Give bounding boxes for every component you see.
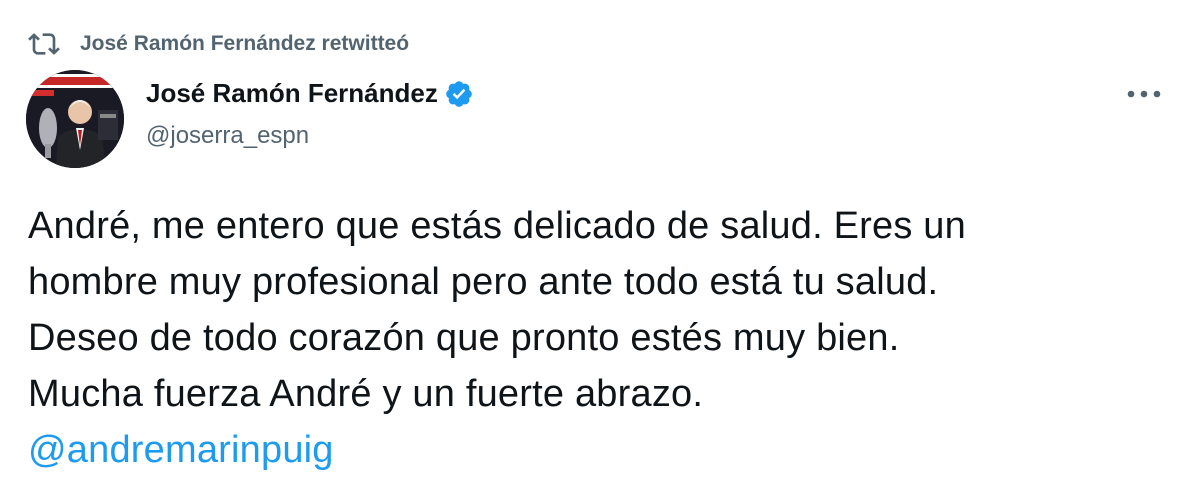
- tweet-text: André, me entero que estás delicado de s…: [28, 198, 1178, 478]
- more-horizontal-icon: [1127, 90, 1161, 98]
- author-handle[interactable]: @joserra_espn: [146, 122, 309, 150]
- author-display-name[interactable]: José Ramón Fernández: [146, 78, 438, 109]
- retweet-label: José Ramón Fernández retwitteó: [80, 32, 410, 55]
- tweet-text-line: hombre muy profesional pero ante todo es…: [28, 261, 939, 303]
- tweet-text-line: Mucha fuerza André y un fuerte abrazo.: [28, 373, 704, 415]
- author-name-row[interactable]: José Ramón Fernández: [146, 78, 474, 109]
- tweet-text-line: Deseo de todo corazón que pronto estés m…: [28, 317, 900, 359]
- retweet-icon: [28, 33, 60, 55]
- avatar[interactable]: [26, 70, 124, 168]
- more-options-button[interactable]: [1124, 80, 1164, 108]
- verified-badge-icon: [446, 80, 472, 107]
- mention-link[interactable]: @andremarinpuig: [28, 422, 1178, 478]
- retweet-context[interactable]: José Ramón Fernández retwitteó: [28, 28, 409, 60]
- avatar-image: [26, 70, 124, 168]
- tweet-text-line: André, me entero que estás delicado de s…: [28, 205, 966, 247]
